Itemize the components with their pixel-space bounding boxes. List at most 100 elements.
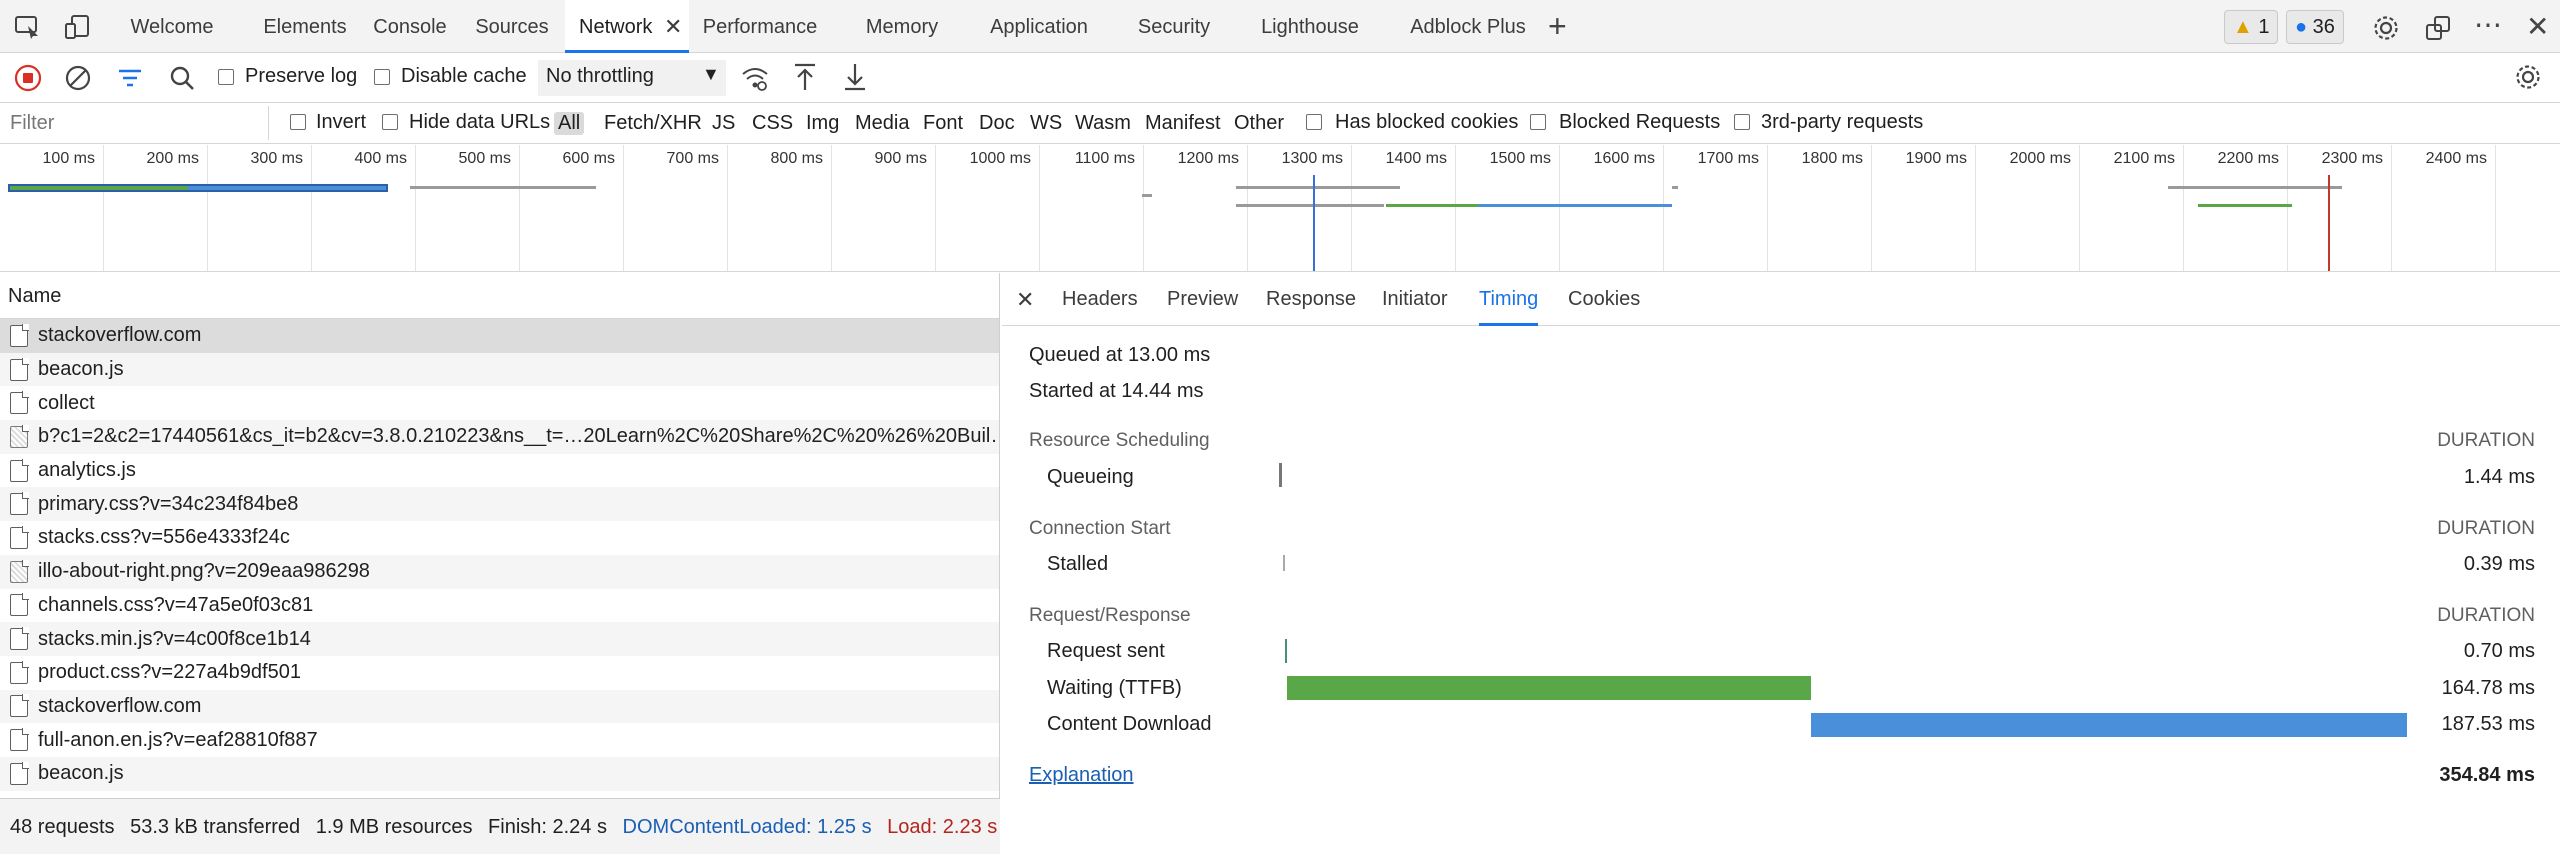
import-har-icon[interactable] xyxy=(792,62,818,92)
request-row[interactable]: stackoverflow.com xyxy=(0,319,999,353)
filter-type-img[interactable]: Img xyxy=(806,112,839,135)
invert-checkbox[interactable] xyxy=(290,114,306,130)
tab-response[interactable]: Response xyxy=(1266,273,1356,326)
request-list: Name stackoverflow.com beacon.js collect b?… xyxy=(0,273,1000,798)
messages-badge[interactable]: ● 36 xyxy=(2286,10,2344,44)
explanation-link[interactable]: Explanation xyxy=(1029,764,1134,787)
tab-initiator[interactable]: Initiator xyxy=(1382,273,1448,326)
blocked-requests-checkbox[interactable] xyxy=(1530,114,1546,130)
tab-lighthouse[interactable]: Lighthouse xyxy=(1256,0,1364,53)
message-icon: ● xyxy=(2295,16,2308,38)
device-emulation-icon[interactable] xyxy=(64,14,92,40)
request-row[interactable]: primary.css?v=34c234f84be8 xyxy=(0,487,999,522)
throttling-select[interactable]: No throttling xyxy=(538,60,726,96)
close-tab-icon[interactable]: ✕ xyxy=(664,0,682,54)
tab-application[interactable]: Application xyxy=(986,0,1092,53)
filter-type-doc[interactable]: Doc xyxy=(979,112,1015,135)
has-blocked-cookies-checkbox[interactable] xyxy=(1306,114,1322,130)
record-stop-icon[interactable] xyxy=(14,64,42,92)
queueing-bar xyxy=(1279,463,1282,487)
request-row[interactable]: beacon.js xyxy=(0,756,999,791)
chevron-down-icon[interactable]: ▼ xyxy=(702,64,720,85)
filter-icon[interactable] xyxy=(116,66,144,90)
inspect-element-icon[interactable] xyxy=(14,14,42,40)
customize-devtools-icon[interactable] xyxy=(2424,14,2452,42)
tab-console[interactable]: Console xyxy=(364,0,456,53)
content-download-bar xyxy=(1811,713,2407,737)
timeline-tick-label: 1800 ms xyxy=(1801,150,1863,167)
request-row[interactable]: illo-about-right.png?v=209eaa986298 xyxy=(0,554,999,589)
name-column-header[interactable]: Name xyxy=(0,273,999,319)
timeline-tick-label: 1900 ms xyxy=(1905,150,1967,167)
tab-security[interactable]: Security xyxy=(1130,0,1218,53)
export-har-icon[interactable] xyxy=(842,62,868,92)
timeline-tick-label: 1200 ms xyxy=(1177,150,1239,167)
request-row[interactable]: product.css?v=227a4b9df501 xyxy=(0,656,999,690)
request-name: analytics.js xyxy=(38,459,136,482)
request-row[interactable]: beacon.js xyxy=(0,352,999,387)
tab-performance[interactable]: Performance xyxy=(692,0,828,53)
timeline-tick-label: 2200 ms xyxy=(2217,150,2279,167)
document-file-icon xyxy=(10,492,29,516)
request-name: beacon.js xyxy=(38,762,124,785)
request-row[interactable]: stacks.css?v=556e4333f24c xyxy=(0,521,999,555)
document-file-icon xyxy=(10,694,29,718)
search-icon[interactable] xyxy=(168,64,196,92)
network-settings-gear-icon[interactable] xyxy=(2514,63,2542,91)
tab-sources[interactable]: Sources xyxy=(466,0,558,53)
request-row[interactable]: stacks.min.js?v=4c00f8ce1b14 xyxy=(0,622,999,656)
warnings-badge[interactable]: ▲ 1 xyxy=(2224,10,2279,44)
network-overview-timeline[interactable]: 100 ms 200 ms 300 ms 400 ms 500 ms 600 ms 700 … xyxy=(0,145,2560,272)
more-tabs-plus-icon[interactable]: + xyxy=(1548,8,1567,45)
request-sent-bar xyxy=(1285,639,1287,663)
filter-type-css[interactable]: CSS xyxy=(752,112,793,135)
overview-bar xyxy=(2198,204,2292,207)
settings-gear-icon[interactable] xyxy=(2372,14,2400,42)
clear-icon[interactable] xyxy=(64,64,92,92)
filter-type-font[interactable]: Font xyxy=(923,112,963,135)
request-row[interactable]: collect xyxy=(0,386,999,420)
disable-cache-checkbox[interactable] xyxy=(374,69,390,85)
filter-type-wasm[interactable]: Wasm xyxy=(1075,112,1131,135)
more-options-icon[interactable]: ⋯ xyxy=(2474,8,2504,41)
tab-adblock-plus[interactable]: Adblock Plus xyxy=(1404,0,1532,53)
filter-type-manifest[interactable]: Manifest xyxy=(1145,112,1221,135)
close-details-icon[interactable]: ✕ xyxy=(1016,273,1034,326)
tab-preview[interactable]: Preview xyxy=(1167,273,1238,326)
domcontentloaded-time: DOMContentLoaded: 1.25 s xyxy=(622,816,872,838)
tab-elements[interactable]: Elements xyxy=(250,0,360,53)
filter-type-all[interactable]: All xyxy=(554,112,585,135)
third-party-requests-label: 3rd-party requests xyxy=(1761,111,1924,133)
overview-bar xyxy=(2168,186,2342,189)
preserve-log-label: Preserve log xyxy=(245,65,358,87)
timing-row-value: 1.44 ms xyxy=(2463,466,2535,488)
hide-data-urls-checkbox[interactable] xyxy=(382,114,398,130)
third-party-requests-checkbox[interactable] xyxy=(1734,114,1750,130)
close-devtools-icon[interactable]: ✕ xyxy=(2526,10,2549,43)
section-title: Resource Scheduling xyxy=(1029,430,1210,451)
filter-type-js[interactable]: JS xyxy=(712,112,735,135)
timeline-tick-label: 2300 ms xyxy=(2321,150,2383,167)
request-row[interactable]: analytics.js xyxy=(0,454,999,488)
network-conditions-icon[interactable] xyxy=(740,64,770,92)
tab-welcome[interactable]: Welcome xyxy=(114,0,230,53)
tab-headers[interactable]: Headers xyxy=(1062,273,1138,326)
filter-type-ws[interactable]: WS xyxy=(1030,112,1062,135)
devtools-tabbar: Welcome Elements Console Sources Network… xyxy=(0,0,2560,53)
timeline-tick-label: 400 ms xyxy=(354,150,407,167)
tab-cookies[interactable]: Cookies xyxy=(1568,273,1640,326)
preserve-log-checkbox[interactable] xyxy=(218,69,234,85)
document-file-icon xyxy=(10,660,29,684)
tab-memory[interactable]: Memory xyxy=(856,0,948,53)
request-row[interactable]: b?c1=2&c2=17440561&cs_it=b2&cv=3.8.0.210… xyxy=(0,420,999,454)
document-file-icon xyxy=(10,761,29,785)
filter-type-other[interactable]: Other xyxy=(1234,112,1284,135)
filter-type-media[interactable]: Media xyxy=(855,112,909,135)
filter-input[interactable]: Filter xyxy=(10,112,54,135)
filter-type-fetch-xhr[interactable]: Fetch/XHR xyxy=(604,112,702,135)
request-row[interactable]: stackoverflow.com xyxy=(0,689,999,724)
request-row[interactable]: channels.css?v=47a5e0f03c81 xyxy=(0,589,999,623)
tab-timing[interactable]: Timing xyxy=(1479,273,1539,326)
document-file-icon xyxy=(10,458,29,482)
request-row[interactable]: full-anon.en.js?v=eaf28810f887 xyxy=(0,723,999,757)
